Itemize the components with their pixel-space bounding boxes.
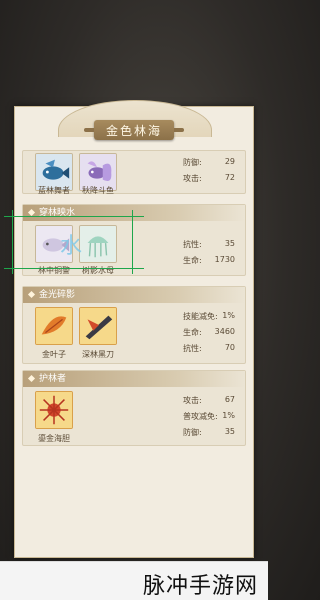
panel-title: 金色林海 — [84, 120, 184, 140]
highlight-guide-bottom — [4, 268, 144, 269]
fish-card-4[interactable] — [79, 225, 117, 263]
stat-value: 35 — [224, 427, 235, 436]
stat-value: 1% — [222, 411, 235, 420]
golden-leaf-fish-icon — [36, 308, 72, 344]
stat-value: 3460 — [214, 327, 235, 336]
stat-value: 72 — [224, 173, 235, 182]
stat-value: 70 — [224, 343, 235, 352]
highlight-guide-left — [12, 210, 13, 274]
fish-card-7[interactable] — [35, 391, 73, 429]
set-header: 金光碎影 — [23, 287, 245, 303]
set-section-1: 蓝林舞者 秋降斗鱼 防御: 29 攻击: 72 — [22, 150, 246, 195]
fish-name-7: 鎏金海胆 — [38, 434, 70, 443]
fish-name-1: 蓝林舞者 — [38, 186, 70, 195]
watermark-text: 脉冲手游网 — [142, 574, 258, 599]
fish-name-3: 林中铜警 — [38, 266, 70, 275]
watermark-bar: 脉冲手游网 — [0, 561, 268, 600]
set-section-4: 护林者 鎏金海胆 攻击: 67 普攻减免: 1% 防御: 35 — [22, 370, 246, 446]
fish-name-2: 秋降斗鱼 — [82, 186, 114, 195]
set-section-3: 金光碎影 金叶子 深林黑刀 技能减免: 1% 生命: 3460 抗性: 70 — [22, 286, 246, 364]
overlay-glyph: 水 — [60, 234, 83, 259]
set-header: 穿林映水 — [23, 205, 245, 221]
urchin-icon — [36, 392, 72, 428]
set-section-2: 穿林映水 林中铜警 树影水母 抗性: 35 生命: 1730 — [22, 204, 246, 276]
highlight-guide-right — [132, 210, 133, 274]
stat-value: 29 — [224, 157, 235, 166]
stat-value: 35 — [224, 239, 235, 248]
highlight-guide-top — [4, 216, 144, 217]
set-header: 护林者 — [23, 371, 245, 387]
fish-name-5: 金叶子 — [42, 350, 66, 359]
fish-name-4: 树影水母 — [82, 266, 114, 275]
fish-card-5[interactable] — [35, 307, 73, 345]
fish-name-6: 深林黑刀 — [82, 350, 114, 359]
stat-value: 1730 — [214, 255, 235, 264]
fish-card-6[interactable] — [79, 307, 117, 345]
jellyfish-icon — [80, 226, 116, 262]
stat-value: 1% — [222, 311, 235, 320]
black-blade-fish-icon — [80, 308, 116, 344]
stat-value: 67 — [224, 395, 235, 404]
